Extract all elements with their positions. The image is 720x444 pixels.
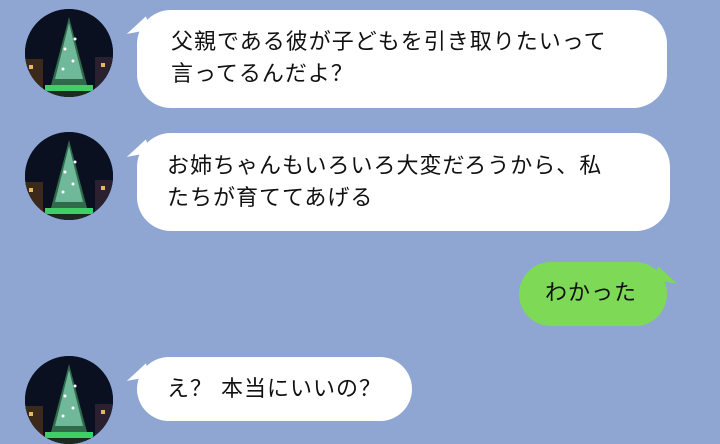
- message-text-line: 父親である彼が子どもを引き取りたいって: [171, 30, 607, 55]
- message-text-line: たちが育ててあげる: [167, 186, 374, 211]
- incoming-message-bubble[interactable]: 父親である彼が子どもを引き取りたいって 言ってるんだよ？: [137, 10, 667, 108]
- contact-avatar[interactable]: [25, 9, 113, 97]
- contact-avatar[interactable]: [25, 356, 113, 444]
- message-text-line: お姉ちゃんもいろいろ大変だろうから、私: [167, 154, 603, 179]
- christmas-tree-icon: [25, 356, 113, 444]
- christmas-tree-icon: [25, 132, 113, 220]
- incoming-message-bubble[interactable]: え？ 本当にいいの？: [137, 357, 412, 421]
- message-text-line: 言ってるんだよ？: [171, 62, 354, 87]
- message-text-line: え？ 本当にいいの？: [167, 377, 382, 402]
- incoming-message-bubble[interactable]: お姉ちゃんもいろいろ大変だろうから、私 たちが育ててあげる: [137, 133, 670, 231]
- contact-avatar[interactable]: [25, 132, 113, 220]
- outgoing-message-bubble[interactable]: わかった: [519, 262, 667, 326]
- chat-area[interactable]: 父親である彼が子どもを引き取りたいって 言ってるんだよ？ お姉ちゃんもいろいろ大…: [0, 0, 720, 444]
- message-text-line: わかった: [545, 281, 638, 306]
- christmas-tree-icon: [25, 9, 113, 97]
